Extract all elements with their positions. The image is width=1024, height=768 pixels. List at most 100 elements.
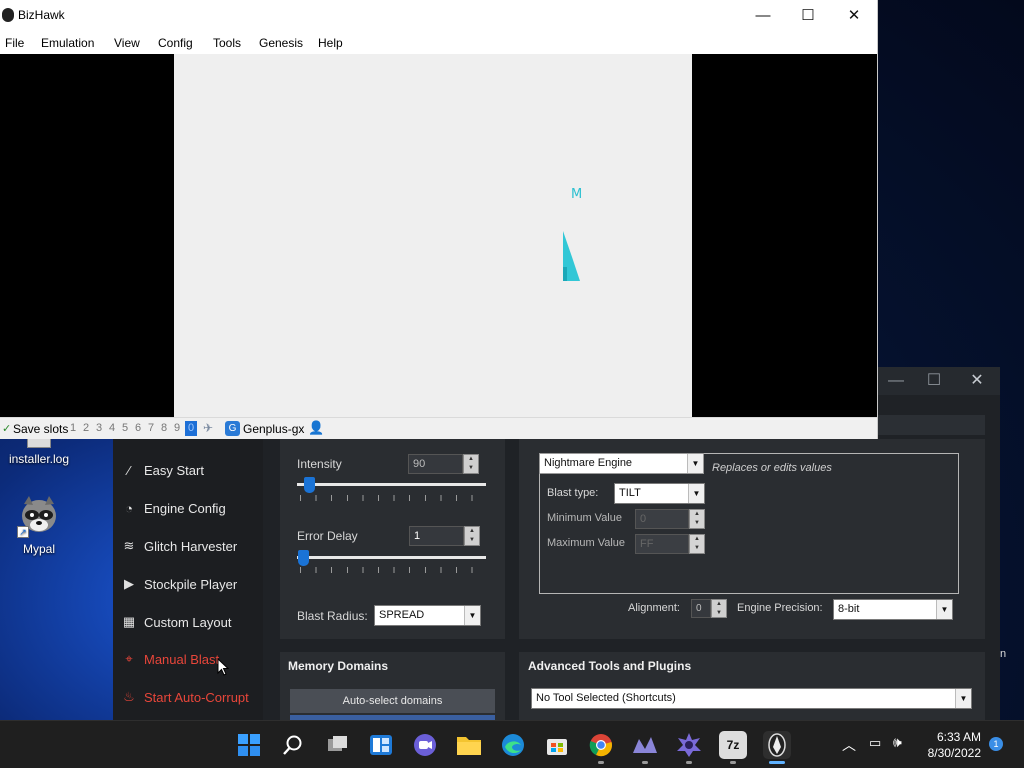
rtc-maximize-icon[interactable]: ☐ xyxy=(919,371,949,391)
intensity-slider-thumb[interactable] xyxy=(304,477,315,493)
rtc-header-strip xyxy=(877,415,985,435)
search-icon[interactable] xyxy=(279,731,307,759)
menu-emulation[interactable]: Emulation xyxy=(41,36,94,50)
save-slot-5[interactable]: 5 xyxy=(122,422,128,434)
save-slot-1[interactable]: 1 xyxy=(70,422,76,434)
volume-icon[interactable]: 🕪 xyxy=(893,734,902,751)
minimum-value-spinner[interactable]: ▲ ▼ xyxy=(689,509,705,529)
core-icon: G xyxy=(225,421,240,436)
store-icon[interactable] xyxy=(543,731,571,759)
error-delay-slider-thumb[interactable] xyxy=(298,550,309,566)
play-icon: ▶ xyxy=(124,576,134,591)
desktop-icon-mypal[interactable]: ↗ Mypal xyxy=(2,494,76,556)
7zip-icon[interactable]: 7z xyxy=(719,731,747,759)
error-delay-spinner[interactable]: ▲ ▼ xyxy=(464,526,480,546)
edge-icon[interactable] xyxy=(499,731,527,759)
save-slot-8[interactable]: 8 xyxy=(161,422,167,434)
sidebar-item-label: Start Auto-Corrupt xyxy=(144,689,249,705)
sidebar-item-stockpile-player[interactable]: ▶ Stockpile Player xyxy=(121,572,237,596)
sidebar-item-glitch-harvester[interactable]: ≋ Glitch Harvester xyxy=(121,534,238,558)
engine-precision-select[interactable]: 8-bit ▼ xyxy=(833,599,953,620)
desktop-icon-label: Mypal xyxy=(22,542,55,556)
close-button[interactable]: ✕ xyxy=(831,0,877,31)
show-hidden-icons-chevron-icon[interactable]: ︿ xyxy=(842,735,856,755)
bizhawk-titlebar: BizHawk — ☐ ✕ xyxy=(0,0,877,31)
blast-radius-label: Blast Radius: xyxy=(297,609,368,623)
intensity-slider-track[interactable] xyxy=(297,483,486,486)
save-slot-0-active[interactable]: 0 xyxy=(185,421,197,436)
user-icon[interactable]: 👤 xyxy=(308,420,324,436)
blast-radius-select[interactable]: SPREAD ▼ xyxy=(374,605,481,626)
rtc-close-icon[interactable]: ✕ xyxy=(962,371,992,391)
edge-letter: n xyxy=(1000,648,1007,660)
save-slot-7[interactable]: 7 xyxy=(148,422,154,434)
rtc-launcher-icon[interactable] xyxy=(675,731,703,759)
rtc-minimize-icon[interactable]: — xyxy=(881,371,911,391)
notification-badge[interactable]: 1 xyxy=(989,737,1003,751)
intensity-input[interactable]: 90 xyxy=(408,454,463,474)
save-slot-3[interactable]: 3 xyxy=(96,422,102,434)
maximum-value-spinner[interactable]: ▲ ▼ xyxy=(689,534,705,554)
raccoon-icon: ↗ xyxy=(17,494,59,538)
engine-precision-label: Engine Precision: xyxy=(737,602,823,614)
advanced-tools-header: Advanced Tools and Plugins xyxy=(528,659,692,673)
chrome-icon[interactable] xyxy=(587,731,615,759)
memory-domains-header: Memory Domains xyxy=(288,659,389,673)
sidebar-item-label: Manual Blast xyxy=(144,651,220,667)
sidebar-item-easy-start[interactable]: ⁄ Easy Start xyxy=(121,458,204,482)
file-explorer-icon[interactable] xyxy=(455,731,483,759)
start-icon[interactable] xyxy=(235,731,263,759)
blast-radius-value: SPREAD xyxy=(379,609,425,621)
intensity-spinner[interactable]: ▲ ▼ xyxy=(463,454,479,474)
task-view-icon[interactable] xyxy=(323,731,351,759)
menu-genesis[interactable]: Genesis xyxy=(259,36,303,50)
save-slot-6[interactable]: 6 xyxy=(135,422,141,434)
maximum-value-input[interactable]: FF xyxy=(635,534,689,554)
menu-help[interactable]: Help xyxy=(318,36,343,50)
maximize-button[interactable]: ☐ xyxy=(785,0,831,31)
menu-config[interactable]: Config xyxy=(158,36,193,50)
menu-file[interactable]: File xyxy=(5,36,24,50)
alignment-spinner[interactable]: ▲ ▼ xyxy=(711,599,727,618)
sidebar-item-manual-blast[interactable]: ⌖ Manual Blast xyxy=(121,647,219,671)
window-title: BizHawk xyxy=(18,8,65,22)
chevron-down-icon: ▼ xyxy=(688,484,704,503)
minimize-button[interactable]: — xyxy=(740,0,786,31)
core-name: Genplus-gx xyxy=(243,422,305,436)
game-screen[interactable]: M xyxy=(174,54,692,417)
bizhawk-icon[interactable] xyxy=(763,731,791,759)
rtc-vanguard-icon[interactable] xyxy=(631,731,659,759)
flame-icon: ♨ xyxy=(123,689,135,704)
error-delay-slider-track[interactable] xyxy=(297,556,486,559)
alignment-input[interactable]: 0 xyxy=(691,599,711,618)
widgets-icon[interactable] xyxy=(367,731,395,759)
sidebar-item-start-auto-corrupt[interactable]: ♨ Start Auto-Corrupt xyxy=(121,685,249,709)
chevron-down-icon: ▼ xyxy=(955,689,971,708)
grid-icon: ▦ xyxy=(122,614,136,629)
network-icon[interactable]: ▭ xyxy=(869,735,881,751)
chat-icon[interactable] xyxy=(411,731,439,759)
minimum-value-input[interactable]: 0 xyxy=(635,509,689,529)
save-slot-4[interactable]: 4 xyxy=(109,422,115,434)
engine-description: Replaces or edits values xyxy=(712,462,832,474)
sidebar-item-engine-config[interactable]: ◔ Engine Config xyxy=(121,496,226,520)
menu-tools[interactable]: Tools xyxy=(213,36,241,50)
controller-icon[interactable]: ✈ xyxy=(203,421,219,435)
sidebar-item-custom-layout[interactable]: ▦ Custom Layout xyxy=(121,610,232,634)
menu-view[interactable]: View xyxy=(114,36,140,50)
alignment-label: Alignment: xyxy=(628,602,680,614)
engine-select-value: Nightmare Engine xyxy=(544,457,633,469)
maximum-value-label: Maximum Value xyxy=(547,537,626,549)
desktop-icon-label: installer.log xyxy=(8,452,70,466)
engine-precision-value: 8-bit xyxy=(838,603,860,615)
status-bar: ✓ Save slots 1 2 3 4 5 6 7 8 9 0 ✈ G Gen… xyxy=(0,417,877,439)
save-slot-9[interactable]: 9 xyxy=(174,422,180,434)
engine-select[interactable]: Nightmare Engine ▼ xyxy=(539,453,704,474)
error-delay-input[interactable]: 1 xyxy=(409,526,464,546)
system-clock[interactable]: 6:33 AM 8/30/2022 xyxy=(928,729,981,761)
blast-type-select[interactable]: TILT ▼ xyxy=(614,483,705,504)
general-parameters-panel: Intensity 90 ▲ ▼ Error Delay 1 ▲ ▼ Blast R… xyxy=(280,439,505,639)
auto-select-domains-button[interactable]: Auto-select domains xyxy=(290,689,495,713)
advanced-tool-select[interactable]: No Tool Selected (Shortcuts) ▼ xyxy=(531,688,972,709)
save-slot-2[interactable]: 2 xyxy=(83,422,89,434)
